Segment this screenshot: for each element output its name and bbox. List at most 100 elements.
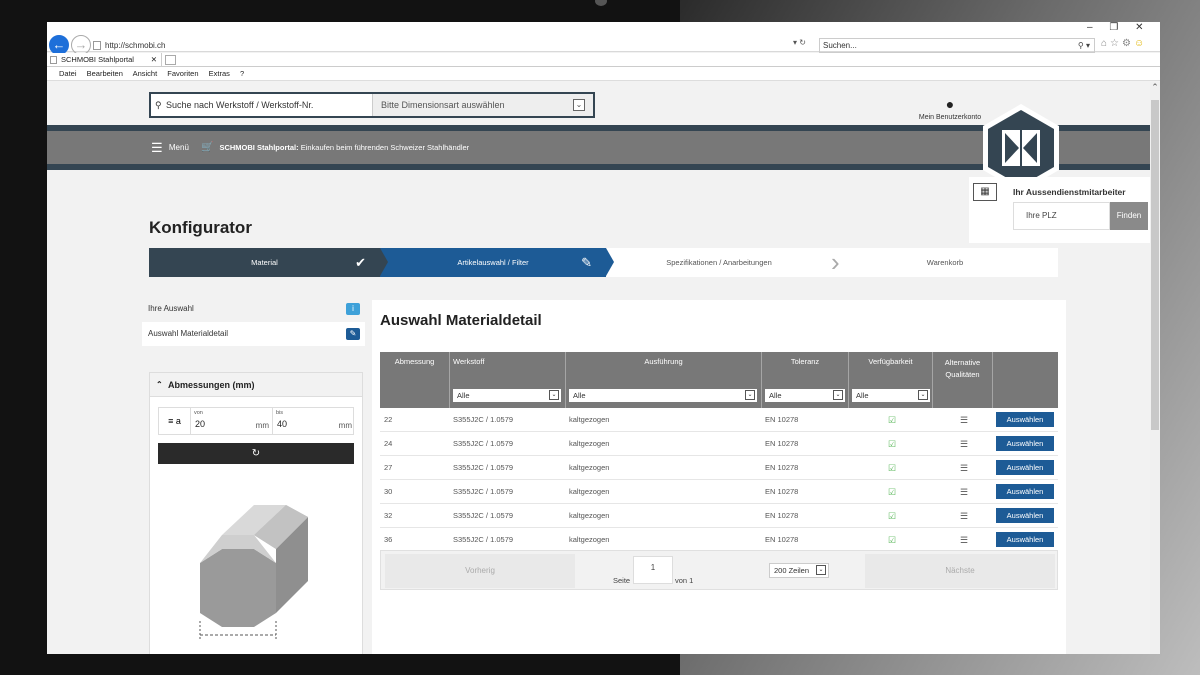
url-field[interactable]: http://schmobi.ch [93,38,815,53]
refresh-button[interactable]: ↻ [158,443,354,464]
plz-input[interactable]: Ihre PLZ [1013,202,1110,230]
back-button[interactable]: ← [49,35,69,55]
finish-filter[interactable]: Alle ⌄ [569,389,757,402]
cart-icon[interactable]: 🛒 [201,142,213,153]
new-tab-button[interactable] [165,55,176,65]
cell-dimension: 32 [384,511,393,520]
available-check-icon: ☑ [888,463,897,473]
step-specifications[interactable]: Spezifikationen / Anarbeitungen [606,248,832,277]
cell-tolerance: EN 10278 [765,535,799,544]
camera [595,0,607,6]
contact-card-icon: ▦ [973,183,997,201]
step-article-filter[interactable]: Artikelauswahl / Filter ✎ [380,248,606,277]
account-label: Mein Benutzerkonto [918,114,982,121]
select-button[interactable]: Auswählen [996,436,1054,451]
step-cart[interactable]: Warenkorb [832,248,1058,277]
column-label: Alternative Qualitäten [944,358,981,379]
previous-button[interactable]: Vorherig [385,554,575,588]
rows-per-page-select[interactable]: 200 Zeilen ⌄ [769,563,829,578]
available-check-icon: ☑ [888,415,897,425]
tolerance-filter[interactable]: Alle ⌄ [765,389,845,402]
search-icon: ⚲ [155,100,162,110]
step-label: Spezifikationen / Anarbeitungen [666,258,772,267]
minimize-icon[interactable]: – [1087,22,1093,33]
list-icon[interactable]: ☰ [960,432,968,456]
dimension-to-input[interactable]: bis 40 mm [273,408,355,434]
menu-bearbeiten[interactable]: Bearbeiten [87,69,123,78]
home-icon[interactable]: ⌂ [1101,38,1110,49]
rows-per-page-value: 200 Zeilen [774,566,810,575]
available-check-icon: ☑ [888,439,897,449]
table-row: 27 S355J2C / 1.0579 kaltgezogen EN 10278… [380,456,1058,480]
find-button[interactable]: Finden [1110,202,1148,230]
gear-icon[interactable]: ⚙ [1122,38,1134,49]
chevron-up-icon[interactable]: ⌃ [1150,82,1160,93]
star-icon[interactable]: ☆ [1110,38,1122,49]
page-number-input[interactable]: 1 [633,556,673,584]
main-title: Auswahl Materialdetail [380,312,542,329]
list-icon[interactable]: ☰ [960,504,968,528]
forward-button[interactable]: → [71,35,91,55]
url-text: http://schmobi.ch [105,41,166,50]
refresh-icon: ↻ [251,448,261,459]
step-material[interactable]: Material ✔ [149,248,380,277]
slogan: 🛒 SCHMOBI Stahlportal: Einkaufen beim füh… [201,131,469,164]
available-check-icon: ☑ [888,511,897,521]
cell-finish: kaltgezogen [569,415,610,424]
chevron-down-icon: ⌄ [833,390,843,400]
list-icon[interactable]: ☰ [960,528,968,552]
chevron-up-icon: ⌃ [156,380,163,389]
page-label: Seite [613,576,631,585]
availability-filter[interactable]: Alle ⌄ [852,389,930,402]
list-icon[interactable]: ☰ [960,480,968,504]
sidebar-item-material-detail[interactable]: Auswahl Materialdetail ✎ [142,322,365,346]
material-filter[interactable]: Alle ⌄ [453,389,561,402]
browser-search-input[interactable]: Suchen... ⚲ ▾ [819,38,1095,53]
material-search-bar: ⚲ Suche nach Werkstoff / Werkstoff-Nr. B… [149,92,595,118]
select-button[interactable]: Auswählen [996,508,1054,523]
menu-datei[interactable]: Datei [59,69,77,78]
material-search-input[interactable]: ⚲ Suche nach Werkstoff / Werkstoff-Nr. [151,94,373,116]
menu-favoriten[interactable]: Favoriten [167,69,198,78]
sidebar-item-label: Auswahl Materialdetail [148,329,229,338]
chevron-down-icon: ⌄ [573,99,585,111]
col-availability: Verfügbarkeit Alle ⌄ [849,352,933,408]
menu-button[interactable]: ☰ Menü [151,131,189,164]
search-icon[interactable]: ⚲ ▾ [1078,39,1090,52]
menu-help[interactable]: ? [240,69,244,78]
screen: ← → http://schmobi.ch ▾ ↻ Suchen... ⚲ ▾ … [47,22,1160,654]
sidebar-item-selection[interactable]: Ihre Auswahl i [142,297,365,321]
pencil-icon[interactable]: ✎ [346,328,360,340]
restore-icon[interactable]: ❐ [1109,22,1118,33]
scrollbar-thumb[interactable] [1151,100,1159,430]
select-button[interactable]: Auswählen [996,412,1054,427]
select-button[interactable]: Auswählen [996,460,1054,475]
next-button[interactable]: Nächste [865,554,1055,588]
menu-extras[interactable]: Extras [209,69,230,78]
browser-tab[interactable]: SCHMOBI Stahlportal ✕ [47,53,162,67]
column-label: Abmessung [394,357,435,366]
smiley-icon[interactable]: ☺ [1134,38,1147,49]
to-value: 40 [277,419,288,429]
menu-label: Menü [168,143,189,152]
window-controls: – ❐ ✕ [1087,22,1143,33]
dimension-type-select[interactable]: Bitte Dimensionsart auswählen ⌄ [373,94,593,116]
col-dimension[interactable]: Abmessung [380,352,450,408]
laptop-frame: ← → http://schmobi.ch ▾ ↻ Suchen... ⚲ ▾ … [0,0,1200,675]
info-icon[interactable]: i [346,303,360,315]
material-search-placeholder: Suche nach Werkstoff / Werkstoff-Nr. [166,100,314,110]
list-icon[interactable]: ☰ [960,456,968,480]
sliders-icon: ≡ [168,416,174,426]
close-tab-icon[interactable]: ✕ [151,53,157,67]
dimensions-panel-header[interactable]: ⌃ Abmessungen (mm) [150,373,362,397]
refresh-icon[interactable]: ▾ ↻ [793,38,806,47]
list-icon[interactable]: ☰ [960,408,968,432]
select-button[interactable]: Auswählen [996,484,1054,499]
menu-ansicht[interactable]: Ansicht [133,69,158,78]
close-icon[interactable]: ✕ [1135,22,1143,33]
dimension-from-input[interactable]: von 20 mm [191,408,273,434]
select-button[interactable]: Auswählen [996,532,1054,547]
dimensions-title: Abmessungen (mm) [168,380,255,390]
cell-material: S355J2C / 1.0579 [453,535,514,544]
page-scrollbar[interactable]: ⌃ [1150,82,1160,654]
